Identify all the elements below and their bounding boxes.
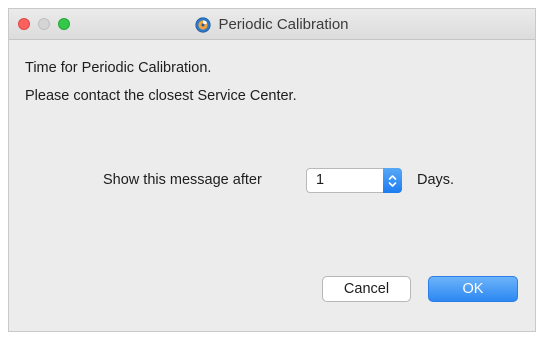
ok-button[interactable]: OK [428, 276, 518, 302]
dialog-window: Periodic Calibration Time for Periodic C… [8, 8, 536, 332]
reminder-row: Show this message after 1 Days. [9, 166, 535, 196]
cancel-button[interactable]: Cancel [322, 276, 411, 302]
days-suffix-label: Days. [417, 172, 455, 188]
reminder-label: Show this message after [103, 172, 262, 188]
window-title-text: Periodic Calibration [218, 16, 349, 33]
message-line-2: Please contact the closest Service Cente… [25, 88, 297, 104]
calibration-app-icon [195, 16, 212, 33]
days-select-value: 1 [316, 172, 325, 188]
message-line-1: Time for Periodic Calibration. [25, 60, 212, 76]
window-title: Periodic Calibration [9, 9, 535, 40]
days-select[interactable]: 1 [306, 168, 402, 193]
title-bar: Periodic Calibration [9, 9, 535, 40]
select-arrows-icon[interactable] [383, 168, 402, 193]
